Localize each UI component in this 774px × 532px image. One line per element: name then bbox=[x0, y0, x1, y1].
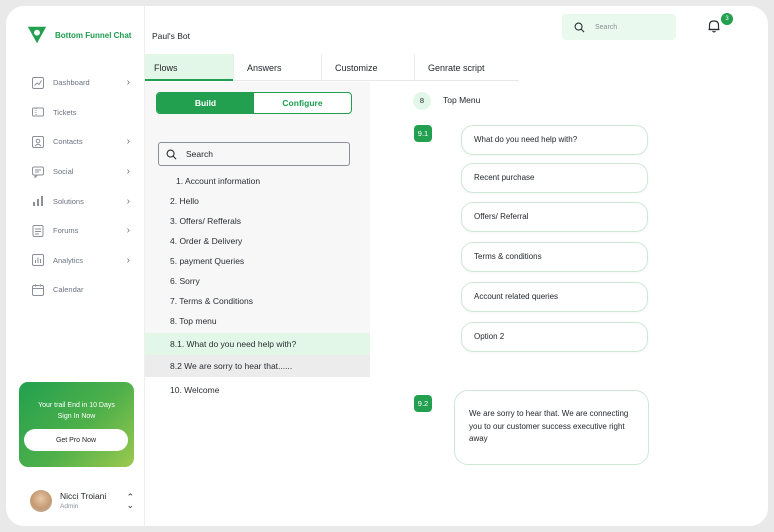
ticket-icon bbox=[32, 106, 44, 118]
sidebar-item-analytics[interactable]: Analytics › bbox=[32, 246, 132, 276]
menu-option[interactable]: Terms & conditions bbox=[461, 242, 648, 272]
sidebar-item-label: Tickets bbox=[53, 107, 77, 117]
brand[interactable]: Bottom Funnel Chat bbox=[26, 24, 131, 46]
menu-option[interactable]: Offers/ Referral bbox=[461, 202, 648, 232]
chevron-right-icon: › bbox=[126, 195, 130, 207]
sidebar-item-dashboard[interactable]: Dashboard › bbox=[32, 68, 132, 98]
sidebar-item-calendar[interactable]: Calendar bbox=[32, 275, 132, 305]
tab-generate-script[interactable]: Genrate script bbox=[414, 54, 519, 81]
node-number[interactable]: 9.1 bbox=[414, 125, 432, 142]
avatar bbox=[30, 490, 52, 512]
flow-list: 1. Account information 2. Hello 3. Offer… bbox=[145, 171, 370, 401]
sidebar-item-label: Contacts bbox=[53, 137, 83, 147]
tab-answers[interactable]: Answers bbox=[233, 54, 321, 81]
sidebar-item-label: Dashboard bbox=[53, 78, 90, 88]
sidebar-item-social[interactable]: Social › bbox=[32, 157, 132, 187]
tab-customize[interactable]: Customize bbox=[321, 54, 414, 81]
chevron-updown-icon[interactable]: ⌃ ⌄ bbox=[126, 493, 134, 510]
flow-item[interactable]: 10. Welcome bbox=[145, 379, 370, 401]
menu-option[interactable]: Option 2 bbox=[461, 322, 648, 352]
sidebar-nav: Dashboard › Tickets Contacts › Social › … bbox=[32, 68, 132, 305]
calendar-icon bbox=[32, 284, 44, 296]
flow-item[interactable]: 6. Sorry bbox=[145, 271, 370, 291]
chevron-right-icon: › bbox=[126, 225, 130, 237]
chart-icon bbox=[32, 76, 44, 89]
tab-bar: Flows Answers Customize Genrate script bbox=[145, 54, 519, 81]
flow-item[interactable]: 7. Terms & Conditions bbox=[145, 291, 370, 311]
node-number[interactable]: 9.2 bbox=[414, 395, 432, 412]
sidebar-item-label: Forums bbox=[53, 226, 79, 236]
chevron-right-icon: › bbox=[126, 254, 130, 266]
flow-search-input[interactable]: Search bbox=[158, 142, 350, 166]
flow-item[interactable]: 1. Account information bbox=[145, 171, 370, 191]
search-input[interactable]: Search bbox=[562, 14, 676, 40]
sidebar-item-label: Calendar bbox=[53, 285, 84, 295]
promo-text: Your trail End in 10 Days Sign In Now bbox=[19, 400, 134, 422]
configure-button[interactable]: Configure bbox=[254, 93, 351, 113]
build-button[interactable]: Build bbox=[157, 93, 254, 113]
flow-item[interactable]: 2. Hello bbox=[145, 191, 370, 211]
contacts-icon bbox=[32, 135, 44, 148]
social-icon bbox=[32, 166, 44, 178]
sidebar-item-forums[interactable]: Forums › bbox=[32, 216, 132, 246]
sidebar-item-label: Analytics bbox=[53, 255, 84, 265]
user-name: Nicci Troiani bbox=[60, 491, 107, 501]
forums-icon bbox=[32, 224, 44, 237]
tab-flows[interactable]: Flows bbox=[145, 54, 233, 81]
user-role: Admin bbox=[60, 503, 79, 510]
sidebar-item-tickets[interactable]: Tickets bbox=[32, 98, 132, 128]
sidebar-item-label: Social bbox=[53, 167, 74, 177]
menu-option[interactable]: What do you need help with? bbox=[461, 125, 648, 155]
promo-line-2[interactable]: Sign In Now bbox=[19, 411, 134, 422]
search-icon bbox=[574, 22, 585, 32]
search-icon bbox=[166, 149, 177, 159]
notification-badge: 3 bbox=[721, 13, 733, 25]
chevron-right-icon: › bbox=[126, 77, 130, 89]
app-window: Bottom Funnel Chat Dashboard › Tickets C… bbox=[6, 6, 768, 526]
get-pro-button[interactable]: Get Pro Now bbox=[24, 429, 128, 451]
menu-option[interactable]: Account related queries bbox=[461, 282, 648, 312]
message-bubble[interactable]: We are sorry to hear that. We are connec… bbox=[454, 390, 649, 465]
analytics-icon bbox=[32, 254, 44, 267]
flow-item[interactable]: 5. payment Queries bbox=[145, 251, 370, 271]
node-title[interactable]: Top Menu bbox=[443, 95, 480, 105]
user-profile[interactable]: Nicci Troiani Admin ⌃ ⌄ bbox=[30, 489, 134, 513]
flow-item[interactable]: 8.2 We are sorry to hear that...... bbox=[145, 355, 370, 377]
page-title: Paul's Bot bbox=[152, 31, 191, 41]
menu-option[interactable]: Recent purchase bbox=[461, 163, 648, 193]
sidebar-item-label: Solutions bbox=[53, 196, 84, 206]
trial-promo-card: Your trail End in 10 Days Sign In Now Ge… bbox=[19, 382, 134, 467]
flow-search-label: Search bbox=[186, 149, 213, 159]
build-configure-toggle: Build Configure bbox=[156, 92, 352, 114]
brand-logo-icon bbox=[27, 26, 47, 44]
bell-icon[interactable] bbox=[706, 18, 722, 34]
promo-line-1: Your trail End in 10 Days bbox=[38, 402, 115, 409]
chevron-right-icon: › bbox=[126, 166, 130, 178]
flow-item[interactable]: 3. Offers/ Refferals bbox=[145, 211, 370, 231]
flow-item[interactable]: 4. Order & Delivery bbox=[145, 231, 370, 251]
flow-item[interactable]: 8. Top menu bbox=[145, 311, 370, 331]
node-number: 8 bbox=[413, 92, 431, 110]
solutions-icon bbox=[32, 195, 44, 207]
search-placeholder: Search bbox=[595, 23, 618, 31]
brand-name: Bottom Funnel Chat bbox=[55, 30, 132, 40]
chevron-right-icon: › bbox=[126, 136, 130, 148]
sidebar-item-contacts[interactable]: Contacts › bbox=[32, 127, 132, 157]
sidebar: Bottom Funnel Chat Dashboard › Tickets C… bbox=[6, 6, 145, 526]
flow-item-selected[interactable]: 8.1. What do you need help with? bbox=[145, 333, 370, 355]
sidebar-item-solutions[interactable]: Solutions › bbox=[32, 186, 132, 216]
